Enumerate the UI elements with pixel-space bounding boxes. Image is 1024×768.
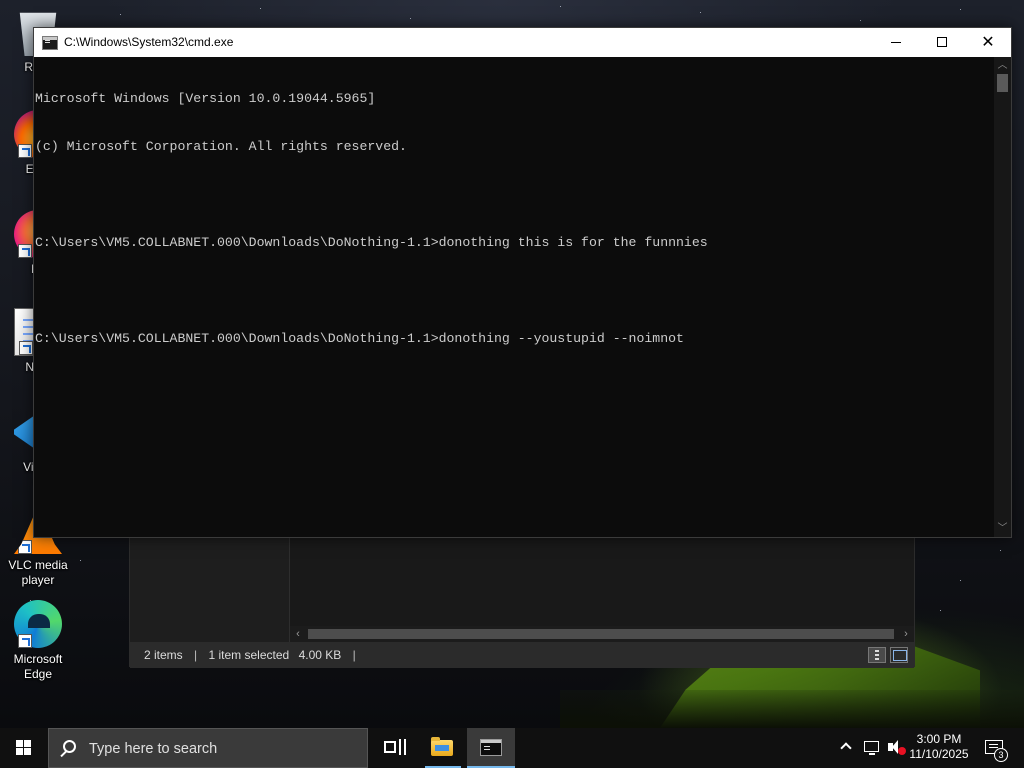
taskbar: Type here to search 3:00 PM 11/10/2025 3 (0, 728, 1024, 768)
maximize-button[interactable] (919, 28, 965, 57)
search-icon (63, 740, 76, 753)
explorer-navigation-pane[interactable] (130, 538, 290, 642)
large-icons-view-icon[interactable] (890, 647, 908, 663)
desktop-icon-label-line2: player (21, 573, 55, 587)
scroll-right-icon[interactable]: › (898, 626, 914, 642)
task-view-button[interactable] (368, 728, 416, 768)
minimize-button[interactable] (873, 28, 919, 57)
folder-icon (431, 737, 453, 756)
task-view-icon (384, 739, 406, 755)
console-output[interactable]: Microsoft Windows [Version 10.0.19044.59… (34, 57, 994, 537)
desktop: Recy Ever Fir Note Visua C VLC media pla… (0, 0, 1024, 728)
scroll-left-icon[interactable]: ‹ (290, 626, 306, 642)
file-explorer-taskbar-button[interactable] (419, 728, 467, 768)
scroll-up-icon[interactable]: ︿ (994, 57, 1011, 74)
details-view-icon[interactable] (868, 647, 886, 663)
scrollbar-thumb[interactable] (997, 74, 1008, 92)
scrollbar-thumb[interactable] (308, 629, 894, 639)
status-size: 4.00 KB (298, 648, 342, 662)
action-center-button[interactable]: 3 (978, 728, 1018, 768)
shortcut-arrow-icon (18, 144, 32, 158)
desktop-icon-label: VLC media (8, 558, 68, 572)
console-line: (c) Microsoft Corporation. All rights re… (35, 139, 407, 154)
explorer-horizontal-scrollbar[interactable]: ‹ › (290, 626, 914, 642)
cmd-taskbar-button[interactable] (467, 728, 515, 768)
notification-count-badge: 3 (994, 748, 1008, 762)
console-line: C:\Users\VM5.COLLABNET.000\Downloads\DoN… (35, 235, 708, 250)
cmd-title-bar[interactable]: C:\Windows\System32\cmd.exe ✕ (34, 28, 1011, 57)
status-selection: 1 item selected (208, 648, 290, 662)
file-explorer-window[interactable]: ‹ › 2 items | 1 item selected 4.00 KB | (129, 537, 915, 668)
minimize-icon (891, 42, 901, 43)
shortcut-arrow-icon (18, 244, 32, 258)
console-line: C:\Users\VM5.COLLABNET.000\Downloads\DoN… (35, 331, 684, 346)
desktop-icon-label: Microsoft (13, 652, 63, 666)
taskbar-clock[interactable]: 3:00 PM 11/10/2025 (906, 728, 972, 768)
close-button[interactable]: ✕ (965, 28, 1011, 57)
taskbar-search-box[interactable]: Type here to search (48, 728, 368, 768)
windows-logo-icon (16, 740, 32, 756)
cmd-window[interactable]: C:\Windows\System32\cmd.exe ✕ Microsoft … (33, 27, 1012, 538)
shortcut-arrow-icon (18, 634, 32, 648)
scroll-down-icon[interactable]: ﹀ (994, 520, 1011, 537)
cmd-app-icon[interactable] (42, 36, 58, 50)
close-icon: ✕ (981, 34, 995, 51)
desktop-icon-edge[interactable]: Microsoft Edge (0, 600, 76, 682)
console-vertical-scrollbar[interactable]: ︿ ﹀ (994, 57, 1011, 537)
muted-badge-icon (898, 747, 906, 755)
cmd-window-title: C:\Windows\System32\cmd.exe (64, 35, 234, 49)
status-item-count: 2 items (144, 648, 183, 662)
start-button[interactable] (0, 728, 48, 768)
explorer-file-list[interactable] (290, 538, 914, 626)
network-icon (864, 741, 879, 755)
chevron-up-icon (840, 742, 852, 754)
clock-date: 11/10/2025 (909, 747, 969, 761)
show-hidden-icons-button[interactable] (836, 728, 858, 768)
cmd-icon (480, 739, 502, 756)
clock-time: 3:00 PM (916, 732, 962, 746)
edge-icon (14, 600, 62, 648)
grass-image (560, 690, 1024, 728)
speaker-icon (888, 740, 898, 754)
status-separator: | (352, 648, 356, 662)
network-tray-button[interactable] (860, 728, 884, 768)
shortcut-arrow-icon (18, 540, 32, 554)
desktop-icon-label-line2: Edge (23, 667, 53, 681)
console-line: Microsoft Windows [Version 10.0.19044.59… (35, 91, 376, 106)
explorer-status-bar: 2 items | 1 item selected 4.00 KB | (130, 642, 914, 668)
shortcut-arrow-icon (19, 341, 33, 355)
status-separator: | (194, 648, 198, 662)
maximize-icon (937, 37, 947, 47)
volume-tray-button[interactable] (884, 728, 908, 768)
search-placeholder: Type here to search (89, 741, 218, 757)
